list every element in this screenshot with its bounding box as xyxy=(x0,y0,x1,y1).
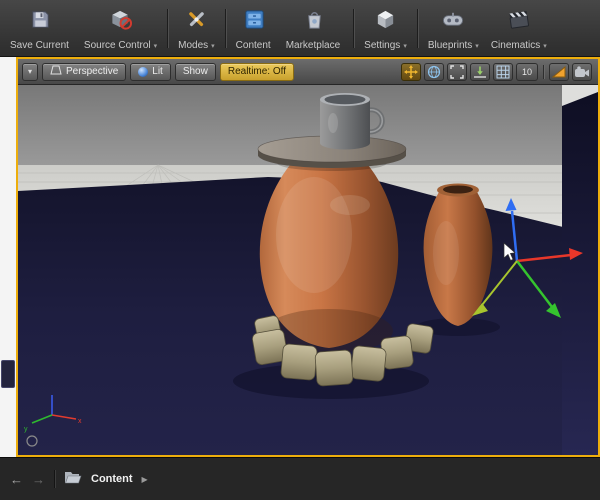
modes-icon xyxy=(185,6,208,32)
globe-icon xyxy=(427,65,441,78)
svg-text:y: y xyxy=(24,426,28,433)
save-icon xyxy=(29,6,52,32)
perspective-icon xyxy=(50,65,62,78)
workspace: ▾ Perspective Lit Show Realtime: Off 10 … xyxy=(0,57,600,457)
content-browser-bar: ← → Content ▶ xyxy=(0,457,600,500)
toolbar-button-modes[interactable]: Modes ▾ xyxy=(172,3,221,54)
toolbar-button-settings[interactable]: Settings ▾ xyxy=(358,3,413,54)
move-tool-button[interactable] xyxy=(400,62,421,81)
toolbar-button-content[interactable]: Content xyxy=(230,3,280,54)
toolbar-button-blueprints[interactable]: Blueprints ▾ xyxy=(422,3,485,54)
source-control-icon xyxy=(108,6,134,32)
grid-snap-icon xyxy=(496,65,510,78)
toolbar-label: Cinematics xyxy=(490,40,541,51)
toolbar-separator xyxy=(167,9,169,48)
camera-icon xyxy=(575,65,589,77)
toolbar-button-save-current[interactable]: Save Current xyxy=(4,3,78,54)
camera-speed-button[interactable] xyxy=(572,62,592,81)
realtime-toggle-button[interactable]: Realtime: Off xyxy=(219,62,295,81)
surface-snapping-button[interactable] xyxy=(469,62,490,81)
content-browser-icon xyxy=(243,6,266,32)
toolbar-label: Marketplace xyxy=(285,40,341,51)
left-panel-strip xyxy=(0,57,17,457)
toolbar-separator xyxy=(416,9,418,48)
toolbar-separator xyxy=(224,9,226,48)
toolbar-button-cinematics[interactable]: Cinematics ▾ xyxy=(485,3,553,54)
viewport-toolbar-separator xyxy=(543,64,544,79)
show-flags-button[interactable]: Show xyxy=(174,62,216,81)
toolbar-button-source-control[interactable]: Source Control ▾ xyxy=(78,3,163,54)
back-button[interactable]: ← xyxy=(10,473,23,486)
marketplace-icon xyxy=(303,6,326,32)
toolbar-label: Modes xyxy=(178,40,209,51)
viewport-toolbar-right: 10 xyxy=(400,62,594,81)
angle-snap-icon xyxy=(552,65,566,77)
main-toolbar: Save Current Source Control ▾ Modes ▾ Cont… xyxy=(0,0,600,57)
dark-wall xyxy=(562,85,598,455)
lit-mode-button[interactable]: Lit xyxy=(130,62,171,81)
scene-render[interactable]: x y xyxy=(18,85,598,455)
toolbar-label: Source Control xyxy=(83,40,151,51)
blueprints-icon xyxy=(440,6,466,32)
world-local-toggle-button[interactable] xyxy=(423,62,444,81)
toolbar-label: Content xyxy=(235,40,271,51)
rotation-snapping-button[interactable] xyxy=(549,62,569,81)
grid-snap-value-button[interactable]: 10 xyxy=(515,62,538,81)
viewport-toolbar: ▾ Perspective Lit Show Realtime: Off 10 xyxy=(18,59,598,85)
toolbar-label: Save Current xyxy=(10,40,69,51)
cinematics-clapper-icon xyxy=(506,6,532,32)
folder-icon xyxy=(64,470,82,489)
move-tool-icon xyxy=(403,64,418,79)
large-pot[interactable] xyxy=(259,159,399,353)
breadcrumb-caret[interactable]: ▶ xyxy=(142,475,148,484)
bottom-bar-divider xyxy=(54,470,55,488)
maximize-viewport-button[interactable] xyxy=(446,62,467,81)
grid-snapping-button[interactable] xyxy=(492,62,513,81)
perspective-button[interactable]: Perspective xyxy=(42,62,127,81)
collapsed-panel-tab[interactable] xyxy=(1,360,15,388)
settings-cube-icon xyxy=(374,6,397,32)
svg-text:x: x xyxy=(78,418,82,425)
surface-snap-icon xyxy=(473,66,486,78)
toolbar-label: Blueprints xyxy=(427,40,473,51)
toolbar-label: Settings xyxy=(364,40,401,51)
maximize-icon xyxy=(450,64,464,79)
level-viewport: ▾ Perspective Lit Show Realtime: Off 10 … xyxy=(16,57,600,457)
toolbar-separator xyxy=(353,9,355,48)
viewport-options-button[interactable]: ▾ xyxy=(22,62,39,81)
breadcrumb-content[interactable]: Content xyxy=(91,473,133,485)
unreal-editor-window: { "colors": { "viewport_border": "#EDAE0… xyxy=(0,0,600,500)
toolbar-button-marketplace[interactable]: Marketplace xyxy=(280,3,349,54)
forward-button[interactable]: → xyxy=(32,473,45,486)
viewport-canvas[interactable]: x y xyxy=(18,85,598,455)
lit-sphere-icon xyxy=(138,66,149,77)
